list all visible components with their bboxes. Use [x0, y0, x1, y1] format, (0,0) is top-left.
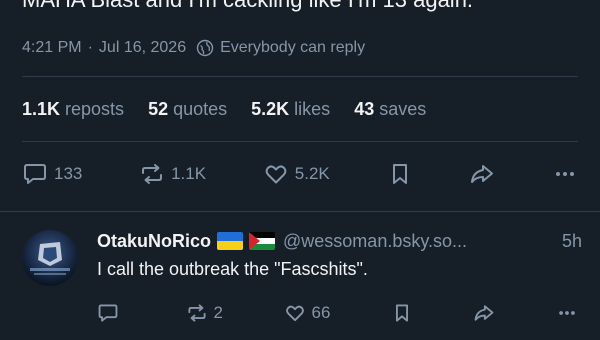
reposts-label: reposts [65, 98, 125, 119]
reply-repost-count: 2 [213, 303, 223, 322]
reply-text: I call the outbreak the "Fascshits". [97, 259, 368, 279]
reply-button[interactable]: 133 [22, 161, 82, 187]
like-count: 5.2K [294, 164, 330, 183]
saves-stat: 43 saves [354, 99, 426, 120]
divider-top [22, 76, 578, 77]
reply-display-name[interactable]: OtakuNoRico [97, 231, 211, 252]
reply-repost-button[interactable]: 2 [186, 302, 223, 324]
globe-icon [196, 39, 214, 57]
reply-actions: 2 66 [97, 298, 578, 328]
ukraine-flag-icon [217, 232, 244, 250]
divider-bottom [0, 211, 600, 212]
share-icon [469, 161, 495, 187]
bookmark-icon [387, 161, 413, 187]
post-actions: 133 1.1K 5.2K [22, 157, 578, 191]
more-button[interactable] [552, 161, 578, 187]
post-thread-view: MAHA Blast and I'm cackling like I'm 13 … [0, 0, 600, 340]
meta-separator: · [87, 39, 93, 56]
reply-time[interactable]: 5h [562, 231, 582, 252]
post-stats: 1.1K reposts 52 quotes 5.2K likes 43 sav… [22, 95, 450, 123]
heart-icon [263, 161, 289, 187]
post-time: 4:21 PM [22, 39, 82, 56]
divider-middle [22, 141, 578, 142]
bookmark-button[interactable] [387, 161, 413, 187]
likes-count: 5.2K [251, 98, 290, 119]
share-icon [473, 302, 495, 324]
likes-stat[interactable]: 5.2K likes [251, 99, 330, 120]
post-date: Jul 16, 2026 [98, 39, 187, 56]
quotes-count: 52 [148, 98, 169, 119]
bookmark-icon [391, 302, 413, 324]
reply-setting[interactable]: Everybody can reply [220, 39, 365, 57]
reply-share-button[interactable] [473, 302, 495, 324]
reposts-stat[interactable]: 1.1K reposts [22, 99, 124, 120]
like-button[interactable]: 5.2K [263, 161, 330, 187]
more-icon [556, 302, 578, 324]
reply-icon [22, 161, 48, 187]
share-button[interactable] [469, 161, 495, 187]
repost-count: 1.1K [171, 164, 207, 183]
palestine-flag-icon [249, 232, 276, 250]
more-icon [552, 161, 578, 187]
reply-like-count: 66 [311, 303, 331, 322]
heart-icon [284, 302, 306, 324]
saves-count: 43 [354, 98, 375, 119]
post-text: MAHA Blast and I'm cackling like I'm 13 … [22, 0, 473, 14]
likes-label: likes [294, 98, 331, 119]
reposts-count: 1.1K [22, 98, 61, 119]
reply-reply-button[interactable] [97, 302, 125, 324]
quotes-label: quotes [173, 98, 228, 119]
reply-count: 133 [54, 164, 83, 183]
reply-post[interactable]: OtakuNoRico @wessoman.bsky.so... 5h I ca… [0, 214, 600, 340]
repost-icon [139, 161, 165, 187]
quotes-stat[interactable]: 52 quotes [148, 99, 227, 120]
reply-more-button[interactable] [556, 302, 578, 324]
reply-icon [97, 302, 119, 324]
reply-bookmark-button[interactable] [391, 302, 413, 324]
repost-icon [186, 302, 208, 324]
reply-header: OtakuNoRico @wessoman.bsky.so... 5h [97, 228, 582, 254]
avatar[interactable] [22, 230, 78, 286]
post-meta: 4:21 PM · Jul 16, 2026 Everybody can rep… [22, 36, 365, 60]
reply-like-button[interactable]: 66 [284, 302, 331, 324]
reply-handle[interactable]: @wessoman.bsky.so... [283, 231, 467, 252]
saves-label: saves [379, 98, 427, 119]
repost-button[interactable]: 1.1K [139, 161, 206, 187]
